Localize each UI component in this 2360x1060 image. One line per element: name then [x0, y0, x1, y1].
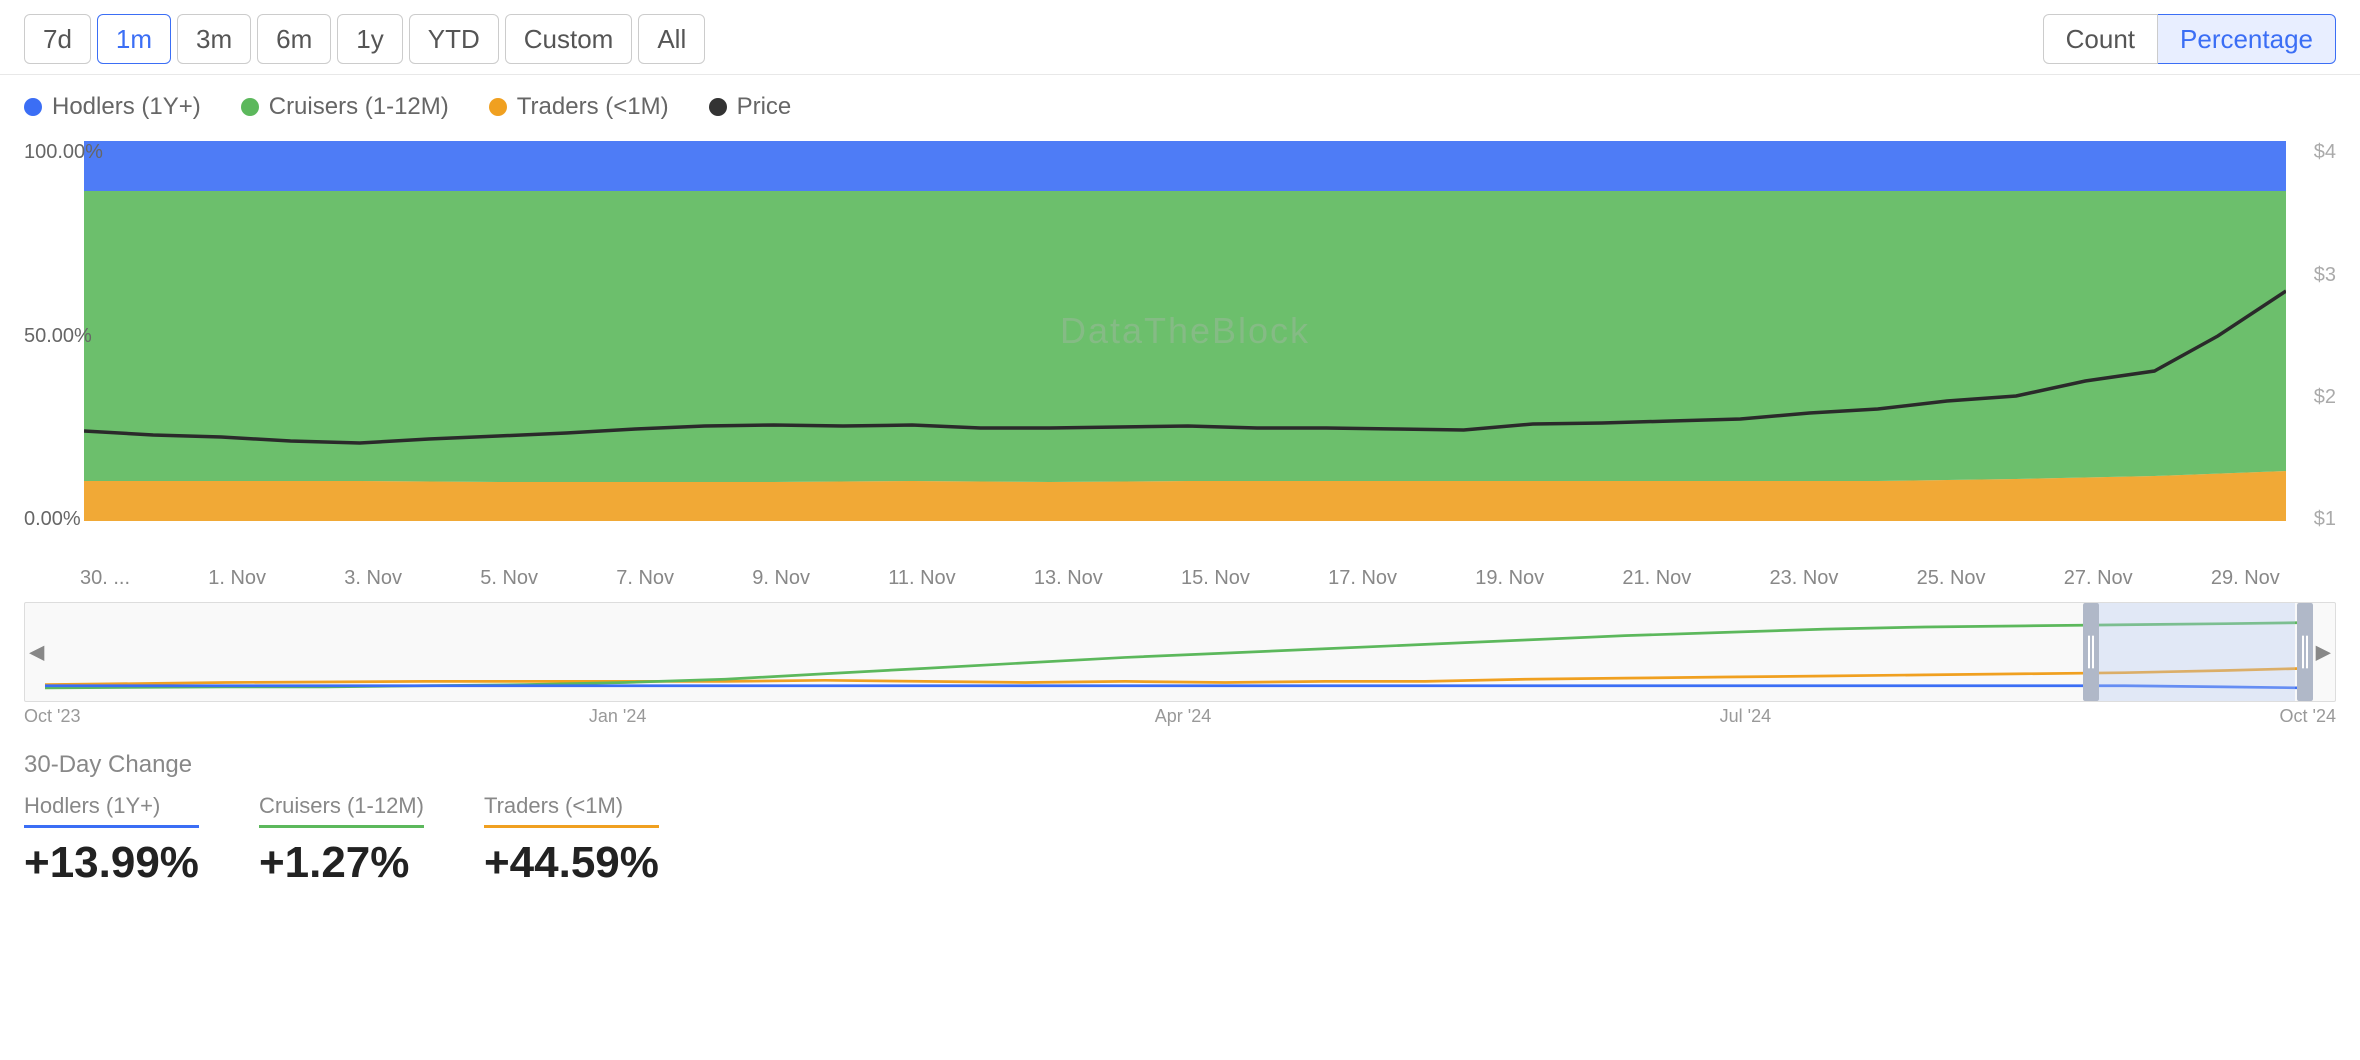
x-label-12: 23. Nov — [1769, 567, 1838, 590]
btn-3m[interactable]: 3m — [177, 14, 251, 64]
stat-hodlers-value: +13.99% — [24, 838, 199, 888]
x-label-7: 13. Nov — [1034, 567, 1103, 590]
stat-traders: Traders (<1M) +44.59% — [484, 793, 659, 888]
stat-cruisers-value: +1.27% — [259, 838, 424, 888]
time-buttons: 7d 1m 3m 6m 1y YTD Custom All — [24, 14, 705, 64]
navigator[interactable]: ◀ ▶ — [24, 602, 2336, 702]
x-label-14: 27. Nov — [2064, 567, 2133, 590]
btn-ytd[interactable]: YTD — [409, 14, 499, 64]
nav-handle-right[interactable] — [2297, 603, 2313, 701]
legend-cruisers: Cruisers (1-12M) — [241, 93, 449, 121]
x-label-9: 17. Nov — [1328, 567, 1397, 590]
stat-cruisers-label: Cruisers (1-12M) — [259, 793, 424, 828]
x-label-4: 7. Nov — [616, 567, 674, 590]
stats-title: 30-Day Change — [24, 751, 2336, 779]
nav-x-label-1: Jan '24 — [589, 706, 646, 727]
x-label-3: 5. Nov — [480, 567, 538, 590]
btn-all[interactable]: All — [638, 14, 705, 64]
x-label-5: 9. Nov — [752, 567, 810, 590]
nav-left-arrow[interactable]: ◀ — [29, 640, 44, 665]
stats-row: Hodlers (1Y+) +13.99% Cruisers (1-12M) +… — [24, 793, 2336, 888]
x-axis: 30. ... 1. Nov 3. Nov 5. Nov 7. Nov 9. N… — [0, 561, 2360, 590]
nav-x-label-3: Jul '24 — [1720, 706, 1771, 727]
x-label-1: 1. Nov — [208, 567, 266, 590]
nav-x-label-4: Oct '24 — [2280, 706, 2336, 727]
nav-cruisers-line — [45, 623, 2305, 688]
traders-label: Traders (<1M) — [517, 93, 669, 121]
x-label-6: 11. Nov — [888, 567, 955, 590]
cruisers-dot — [241, 98, 259, 116]
x-label-10: 19. Nov — [1475, 567, 1544, 590]
y-price-3: $3 — [2314, 264, 2336, 287]
nav-x-label-0: Oct '23 — [24, 706, 80, 727]
price-dot — [709, 98, 727, 116]
x-label-0: 30. ... — [80, 567, 130, 590]
btn-1m[interactable]: 1m — [97, 14, 171, 64]
x-label-11: 21. Nov — [1622, 567, 1691, 590]
x-label-13: 25. Nov — [1917, 567, 1986, 590]
legend-hodlers: Hodlers (1Y+) — [24, 93, 201, 121]
y-axis-right: $4 $3 $2 $1 — [2314, 141, 2336, 561]
chart-area: DataTheBlock — [84, 141, 2286, 521]
y-axis-left: 100.00% 50.00% 0.00% — [24, 141, 103, 561]
x-label-2: 3. Nov — [344, 567, 402, 590]
btn-custom[interactable]: Custom — [505, 14, 633, 64]
stat-hodlers-label: Hodlers (1Y+) — [24, 793, 199, 828]
nav-right-arrow[interactable]: ▶ — [2316, 640, 2331, 665]
cruisers-label: Cruisers (1-12M) — [269, 93, 449, 121]
nav-hodlers-line — [45, 686, 2305, 688]
y-price-4: $4 — [2314, 141, 2336, 164]
toolbar: 7d 1m 3m 6m 1y YTD Custom All Count Perc… — [0, 0, 2360, 75]
navigator-svg — [25, 603, 2335, 701]
legend-traders: Traders (<1M) — [489, 93, 669, 121]
btn-percentage[interactable]: Percentage — [2158, 14, 2336, 64]
nav-selected-region — [2085, 603, 2295, 701]
nav-x-labels: Oct '23 Jan '24 Apr '24 Jul '24 Oct '24 — [0, 702, 2360, 727]
stat-hodlers: Hodlers (1Y+) +13.99% — [24, 793, 199, 888]
x-label-15: 29. Nov — [2211, 567, 2280, 590]
nav-x-label-2: Apr '24 — [1155, 706, 1211, 727]
btn-7d[interactable]: 7d — [24, 14, 91, 64]
traders-dot — [489, 98, 507, 116]
hodlers-label: Hodlers (1Y+) — [52, 93, 201, 121]
btn-count[interactable]: Count — [2043, 14, 2158, 64]
hodlers-area — [84, 141, 2286, 191]
stat-cruisers: Cruisers (1-12M) +1.27% — [259, 793, 424, 888]
x-label-8: 15. Nov — [1181, 567, 1250, 590]
y-price-2: $2 — [2314, 386, 2336, 409]
y-label-0: 0.00% — [24, 508, 103, 531]
hodlers-dot — [24, 98, 42, 116]
view-buttons: Count Percentage — [2043, 14, 2336, 64]
stacked-area-svg — [84, 141, 2286, 521]
y-price-1: $1 — [2314, 508, 2336, 531]
legend-price: Price — [709, 93, 792, 121]
y-label-100: 100.00% — [24, 141, 103, 164]
stats-section: 30-Day Change Hodlers (1Y+) +13.99% Crui… — [0, 727, 2360, 888]
nav-handle-left[interactable] — [2083, 603, 2099, 701]
stat-traders-label: Traders (<1M) — [484, 793, 659, 828]
stat-traders-value: +44.59% — [484, 838, 659, 888]
legend: Hodlers (1Y+) Cruisers (1-12M) Traders (… — [0, 75, 2360, 131]
btn-6m[interactable]: 6m — [257, 14, 331, 64]
price-label: Price — [737, 93, 792, 121]
btn-1y[interactable]: 1y — [337, 14, 402, 64]
main-chart-container: 100.00% 50.00% 0.00% $4 $3 $2 $1 DataThe… — [24, 141, 2336, 561]
y-label-50: 50.00% — [24, 325, 103, 348]
nav-traders-line — [45, 669, 2305, 685]
